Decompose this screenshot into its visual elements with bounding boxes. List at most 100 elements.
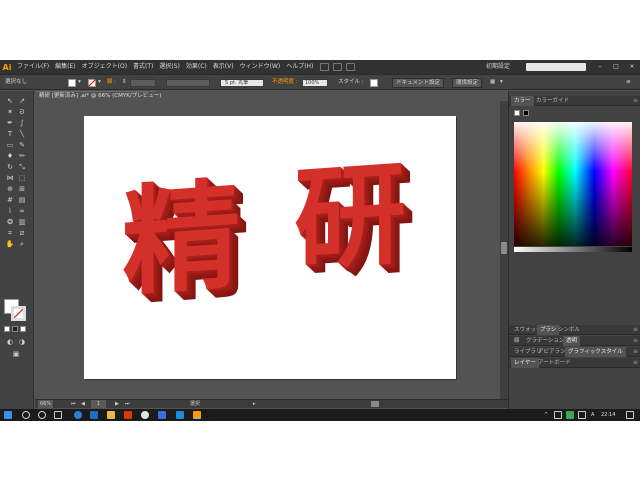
rectangle-tool-icon[interactable]: ▭ (5, 141, 15, 150)
none-mode-icon[interactable] (20, 326, 26, 332)
file-explorer-icon[interactable] (107, 411, 115, 419)
document-tab[interactable]: 精研 [更新済み] .ai* @ 66% (CMYK/プレビュー) (36, 91, 161, 101)
panel-menu-icon[interactable]: ≡ (626, 78, 631, 87)
mesh-tool-icon[interactable]: # (5, 196, 15, 205)
office-icon[interactable] (124, 411, 132, 419)
panel-menu-icon[interactable]: ≡ (633, 325, 638, 335)
variable-width-field[interactable] (166, 79, 210, 87)
tab-symbols[interactable]: シンボル (555, 325, 583, 335)
minimize-icon[interactable]: – (592, 60, 608, 74)
edge-icon[interactable] (74, 411, 82, 419)
hand-tool-icon[interactable]: ✋ (5, 240, 15, 249)
chevron-down-icon[interactable]: ▾ (78, 78, 81, 87)
chevron-down-icon[interactable]: ▾ (500, 78, 503, 87)
opacity-field[interactable]: 100% (302, 79, 328, 87)
color-fill-swatch[interactable] (514, 110, 520, 116)
menu-file[interactable]: ファイル(F) (14, 60, 52, 74)
menu-window[interactable]: ウィンドウ(W) (237, 60, 284, 74)
panel-menu-icon[interactable]: ≡ (633, 347, 638, 357)
color-mode-icon[interactable] (12, 326, 18, 332)
chrome-icon[interactable] (141, 411, 149, 419)
gradient-tool-icon[interactable]: ▤ (17, 196, 27, 205)
clock[interactable]: 22:14 (601, 409, 615, 421)
type-tool-icon[interactable]: T (5, 130, 15, 139)
panel-menu-icon[interactable]: ≡ (633, 336, 638, 346)
document-setup-button[interactable]: ドキュメント設定 (392, 78, 445, 88)
paintbrush-tool-icon[interactable]: ✎ (17, 141, 27, 150)
illustrator-taskbar-icon[interactable] (193, 411, 201, 419)
3d-text-sei[interactable]: 精 (122, 166, 240, 312)
stepper-icon[interactable]: ⇕ (122, 78, 127, 87)
search-icon[interactable] (22, 411, 30, 419)
arrange-documents-icon[interactable] (346, 63, 356, 71)
lasso-tool-icon[interactable]: ᘐ (17, 108, 27, 117)
opacity-label[interactable]: 不透明度 : (272, 78, 298, 87)
magic-wand-tool-icon[interactable]: ✶ (5, 108, 15, 117)
volume-icon[interactable] (578, 411, 586, 419)
stroke-weight-field[interactable] (130, 79, 156, 87)
width-tool-icon[interactable]: ⋈ (5, 174, 15, 183)
menu-object[interactable]: オブジェクト(O) (79, 60, 130, 74)
free-transform-tool-icon[interactable]: ⬚ (17, 174, 27, 183)
symbol-sprayer-tool-icon[interactable]: ❂ (5, 218, 15, 227)
brush-definition-field[interactable]: 5 pt. 丸筆 (220, 79, 264, 87)
pen-tool-icon[interactable]: ✒ (5, 119, 15, 128)
rotate-tool-icon[interactable]: ↻ (5, 163, 15, 172)
color-black-swatch[interactable] (523, 110, 529, 116)
menu-view[interactable]: 表示(V) (210, 60, 237, 74)
artboard[interactable]: 精 研 (84, 116, 456, 379)
eyedropper-tool-icon[interactable]: ⌇ (5, 207, 15, 216)
menu-effect[interactable]: 効果(C) (183, 60, 210, 74)
stock-icon[interactable] (333, 63, 343, 71)
menu-edit[interactable]: 編集(E) (52, 60, 78, 74)
task-view-icon[interactable] (54, 411, 62, 419)
cortana-icon[interactable] (38, 411, 46, 419)
tab-artboards[interactable]: アートボード (535, 358, 574, 368)
blend-tool-icon[interactable]: ∞ (17, 207, 27, 216)
canvas-area[interactable]: 精 研 (35, 101, 500, 399)
shaper-tool-icon[interactable]: ♦ (5, 152, 15, 161)
slice-tool-icon[interactable]: ⧄ (17, 229, 27, 238)
perspective-grid-tool-icon[interactable]: ⊞ (17, 185, 27, 194)
pencil-tool-icon[interactable]: ✏ (17, 152, 27, 161)
3d-text-ken[interactable]: 研 (294, 149, 406, 287)
menu-type[interactable]: 書式(T) (130, 60, 156, 74)
ime-indicator[interactable]: A (591, 409, 594, 421)
photos-icon[interactable] (176, 411, 184, 419)
menu-select[interactable]: 選択(S) (156, 60, 183, 74)
ie-icon[interactable] (90, 411, 98, 419)
graphic-style-swatch[interactable] (370, 79, 378, 87)
first-artboard-icon[interactable]: ⏮ (71, 400, 76, 408)
tab-gradient[interactable]: グラデーション (523, 336, 567, 346)
notification-icon[interactable] (626, 411, 634, 419)
tab-transparency[interactable]: 透明 (563, 336, 581, 346)
word-icon[interactable] (158, 411, 166, 419)
stroke-swatch[interactable] (11, 306, 26, 321)
selection-tool-icon[interactable]: ↖ (5, 97, 15, 106)
line-tool-icon[interactable]: ╲ (17, 130, 27, 139)
scale-tool-icon[interactable]: ⤡ (17, 163, 27, 172)
preferences-button[interactable]: 環境設定 (452, 78, 483, 88)
zoom-tool-icon[interactable]: ⌕ (17, 240, 27, 249)
fill-color-swatch[interactable] (68, 79, 76, 87)
artboard-number-field[interactable]: 1 (91, 400, 107, 408)
tab-graphic-styles[interactable]: グラフィックスタイル (565, 347, 626, 357)
network-icon[interactable] (554, 411, 562, 419)
grayscale-ramp[interactable] (514, 247, 632, 252)
tray-chevron-icon[interactable]: ^ (544, 409, 548, 421)
column-graph-tool-icon[interactable]: ▥ (17, 218, 27, 227)
direct-selection-tool-icon[interactable]: ↗ (17, 97, 27, 106)
tab-stroke[interactable]: 線 (511, 336, 523, 346)
tab-color-guide[interactable]: カラーガイド (533, 96, 572, 106)
status-menu-icon[interactable]: ▸ (253, 400, 256, 408)
stroke-color-swatch[interactable] (88, 79, 96, 87)
color-spectrum[interactable] (514, 122, 632, 246)
zoom-level-field[interactable]: 66% (38, 400, 54, 408)
shape-builder-tool-icon[interactable]: ⊕ (5, 185, 15, 194)
bridge-icon[interactable] (320, 63, 330, 71)
arrange-icon[interactable]: ▦ (490, 78, 495, 87)
horizontal-scroll-thumb[interactable] (371, 401, 379, 407)
last-artboard-icon[interactable]: ⏭ (125, 400, 130, 408)
search-input[interactable] (526, 63, 586, 71)
vertical-scrollbar[interactable] (500, 101, 508, 399)
